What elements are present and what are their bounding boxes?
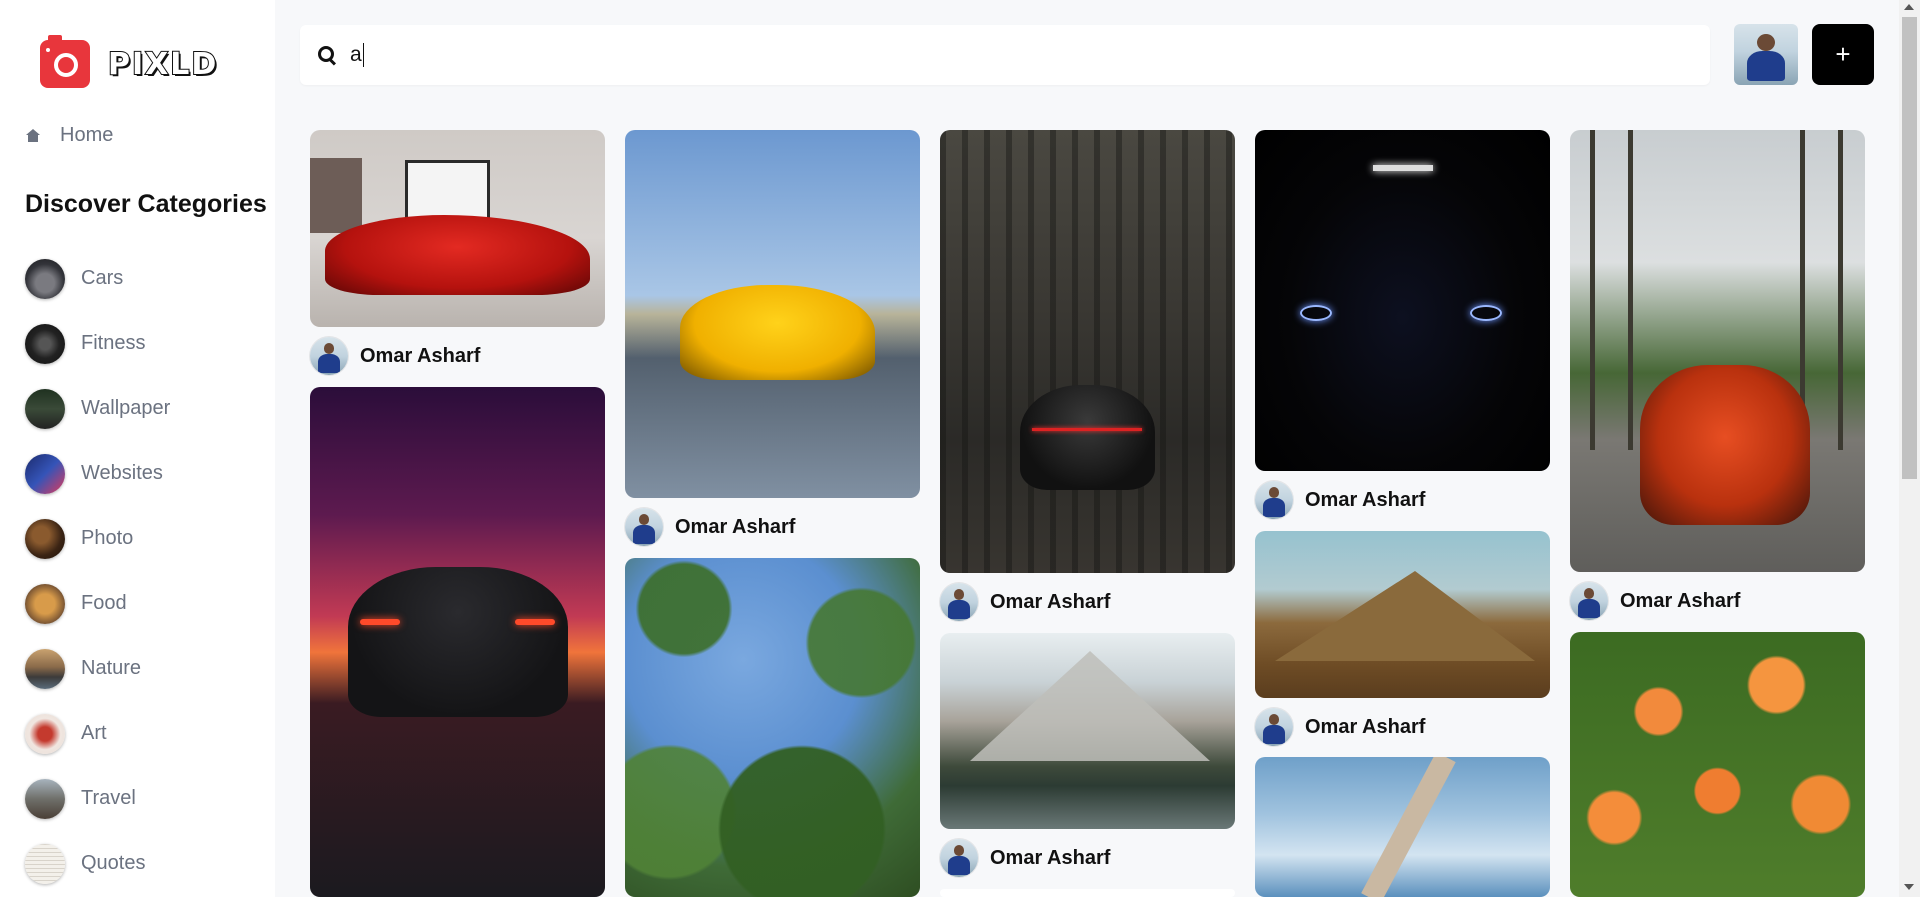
pin-card[interactable]: Omar Asharf: [1255, 531, 1550, 746]
category-wallpaper[interactable]: Wallpaper: [25, 376, 170, 441]
author-name: Omar Asharf: [990, 590, 1111, 613]
pin-image[interactable]: [310, 387, 605, 897]
pin-image[interactable]: [940, 633, 1235, 829]
pin-card[interactable]: Omar Asharf: [940, 633, 1235, 877]
category-thumbnail: [25, 388, 65, 429]
pin-image[interactable]: [1255, 531, 1550, 698]
sidebar: PIXLD Home Discover Categories Cars Fitn…: [0, 0, 275, 897]
pin-card[interactable]: Omar Asharf: [1570, 130, 1865, 620]
category-nature[interactable]: Nature: [25, 636, 170, 701]
pin-author[interactable]: Omar Asharf: [1570, 582, 1865, 620]
author-name: Omar Asharf: [1305, 715, 1426, 738]
pin-author[interactable]: Omar Asharf: [310, 337, 605, 375]
author-name: Omar Asharf: [1620, 589, 1741, 612]
pin-card[interactable]: [1570, 632, 1865, 897]
pin-card[interactable]: Omar Asharf: [625, 130, 920, 546]
scrollbar-thumb[interactable]: [1902, 17, 1917, 479]
pin-image[interactable]: [1255, 130, 1550, 471]
category-label: Nature: [81, 657, 142, 679]
scroll-down-arrow-icon[interactable]: [1904, 884, 1914, 890]
logo[interactable]: PIXLD: [40, 35, 219, 88]
text-caret: [362, 43, 364, 67]
category-thumbnail: [25, 518, 65, 559]
category-label: Cars: [81, 267, 124, 289]
pin-author[interactable]: Omar Asharf: [1255, 708, 1550, 746]
author-avatar: [1570, 582, 1608, 620]
pin-image[interactable]: [940, 889, 1235, 897]
camera-icon: [40, 35, 90, 88]
category-travel[interactable]: Travel: [25, 766, 170, 831]
pin-card[interactable]: [625, 558, 920, 897]
category-art[interactable]: Art: [25, 701, 170, 766]
category-thumbnail: [25, 583, 65, 624]
user-avatar-button[interactable]: [1734, 24, 1798, 85]
scroll-up-arrow-icon[interactable]: [1904, 4, 1914, 10]
pin-card[interactable]: [940, 889, 1235, 897]
author-avatar: [1255, 481, 1293, 519]
category-label: Travel: [81, 787, 136, 809]
category-thumbnail: [25, 648, 65, 689]
pin-author[interactable]: Omar Asharf: [940, 583, 1235, 621]
category-thumbnail: [25, 778, 65, 819]
author-avatar: [940, 583, 978, 621]
pin-image[interactable]: [1570, 632, 1865, 897]
author-name: Omar Asharf: [360, 344, 481, 367]
pin-image[interactable]: [940, 130, 1235, 573]
avatar: [1734, 24, 1798, 85]
category-quotes[interactable]: Quotes: [25, 831, 170, 896]
category-label: Art: [81, 722, 107, 744]
nav-home-label: Home: [60, 124, 114, 146]
pin-author[interactable]: Omar Asharf: [1255, 481, 1550, 519]
category-thumbnail: [25, 323, 65, 364]
nav-home[interactable]: Home: [26, 124, 113, 147]
category-thumbnail: [25, 713, 65, 754]
pin-image[interactable]: [625, 130, 920, 498]
add-pin-button[interactable]: +: [1812, 24, 1874, 85]
pin-author[interactable]: Omar Asharf: [940, 839, 1235, 877]
pin-image[interactable]: [1255, 757, 1550, 897]
category-thumbnail: [25, 258, 65, 299]
category-fitness[interactable]: Fitness: [25, 311, 170, 376]
category-label: Websites: [81, 462, 163, 484]
search-input[interactable]: a: [350, 43, 362, 67]
category-cars[interactable]: Cars: [25, 246, 170, 311]
pin-author[interactable]: Omar Asharf: [625, 508, 920, 546]
category-websites[interactable]: Websites: [25, 441, 170, 506]
category-thumbnail: [25, 453, 65, 494]
category-label: Fitness: [81, 332, 146, 354]
pin-image[interactable]: [1570, 130, 1865, 572]
author-name: Omar Asharf: [990, 846, 1111, 869]
pin-image[interactable]: [625, 558, 920, 897]
category-photo[interactable]: Photo: [25, 506, 170, 571]
author-avatar: [625, 508, 663, 546]
home-icon: [26, 129, 40, 142]
pin-card[interactable]: Omar Asharf: [940, 130, 1235, 621]
category-food[interactable]: Food: [25, 571, 170, 636]
category-label: Food: [81, 592, 127, 614]
categories-list: Cars Fitness Wallpaper Websites Photo Fo…: [25, 246, 170, 896]
category-label: Photo: [81, 527, 134, 549]
author-name: Omar Asharf: [675, 515, 796, 538]
search-icon: [318, 46, 336, 64]
author-avatar: [1255, 708, 1293, 746]
category-label: Quotes: [81, 852, 146, 874]
author-name: Omar Asharf: [1305, 488, 1426, 511]
categories-title: Discover Categories: [25, 190, 267, 218]
search-bar[interactable]: a: [300, 25, 1710, 85]
category-thumbnail: [25, 843, 65, 884]
category-label: Wallpaper: [81, 397, 171, 419]
pin-card[interactable]: [310, 387, 605, 897]
pin-image[interactable]: [310, 130, 605, 327]
author-avatar: [940, 839, 978, 877]
author-avatar: [310, 337, 348, 375]
plus-icon: +: [1835, 39, 1851, 69]
pin-card[interactable]: Omar Asharf: [310, 130, 605, 375]
brand-name: PIXLD: [107, 46, 219, 83]
pin-card[interactable]: [1255, 757, 1550, 897]
pin-card[interactable]: Omar Asharf: [1255, 130, 1550, 519]
